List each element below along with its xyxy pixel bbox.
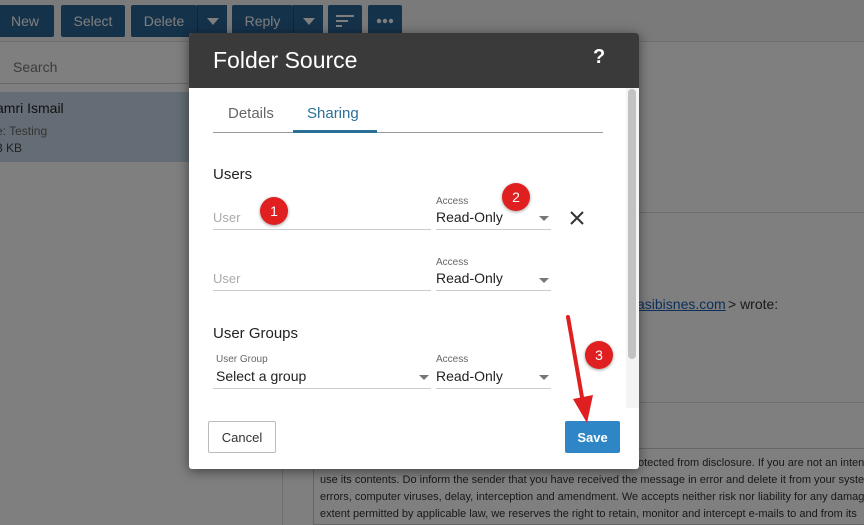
- scrollbar-thumb[interactable]: [628, 89, 636, 359]
- user-group-label: User Group: [216, 354, 268, 365]
- user-group-value: Select a group: [216, 368, 307, 384]
- annotation-badge-1: 1: [260, 197, 288, 225]
- tab-sharing[interactable]: Sharing: [307, 105, 359, 122]
- user-field[interactable]: User: [213, 206, 431, 230]
- cancel-button[interactable]: Cancel: [208, 421, 276, 453]
- user-group-select[interactable]: Select a group: [213, 365, 431, 389]
- annotation-badge-2: 2: [502, 183, 530, 211]
- access-label: Access: [436, 354, 469, 365]
- access-value: Read-Only: [436, 270, 503, 286]
- users-section-title: Users: [213, 166, 253, 183]
- tab-divider: [213, 132, 603, 133]
- access-select[interactable]: Read-Only: [436, 267, 551, 291]
- save-button[interactable]: Save: [565, 421, 620, 453]
- access-value: Read-Only: [436, 209, 503, 225]
- arrow-icon: [566, 315, 593, 423]
- chevron-down-icon: [539, 216, 549, 221]
- access-select[interactable]: Read-Only: [436, 206, 551, 230]
- access-value: Read-Only: [436, 368, 503, 384]
- access-select[interactable]: Read-Only: [436, 365, 551, 389]
- tab-details[interactable]: Details: [228, 105, 274, 122]
- chevron-down-icon: [539, 375, 549, 380]
- user-field-placeholder: User: [213, 210, 241, 225]
- help-icon[interactable]: ?: [593, 46, 605, 69]
- user-field-placeholder: User: [213, 271, 241, 286]
- chevron-down-icon: [539, 278, 549, 283]
- active-tab-indicator: [293, 130, 377, 133]
- chevron-down-icon: [419, 375, 429, 380]
- dialog-header: Folder Source ?: [189, 33, 639, 88]
- dialog-title: Folder Source: [213, 47, 358, 73]
- user-field[interactable]: User: [213, 267, 431, 291]
- user-groups-section-title: User Groups: [213, 325, 299, 342]
- close-icon[interactable]: [569, 210, 585, 226]
